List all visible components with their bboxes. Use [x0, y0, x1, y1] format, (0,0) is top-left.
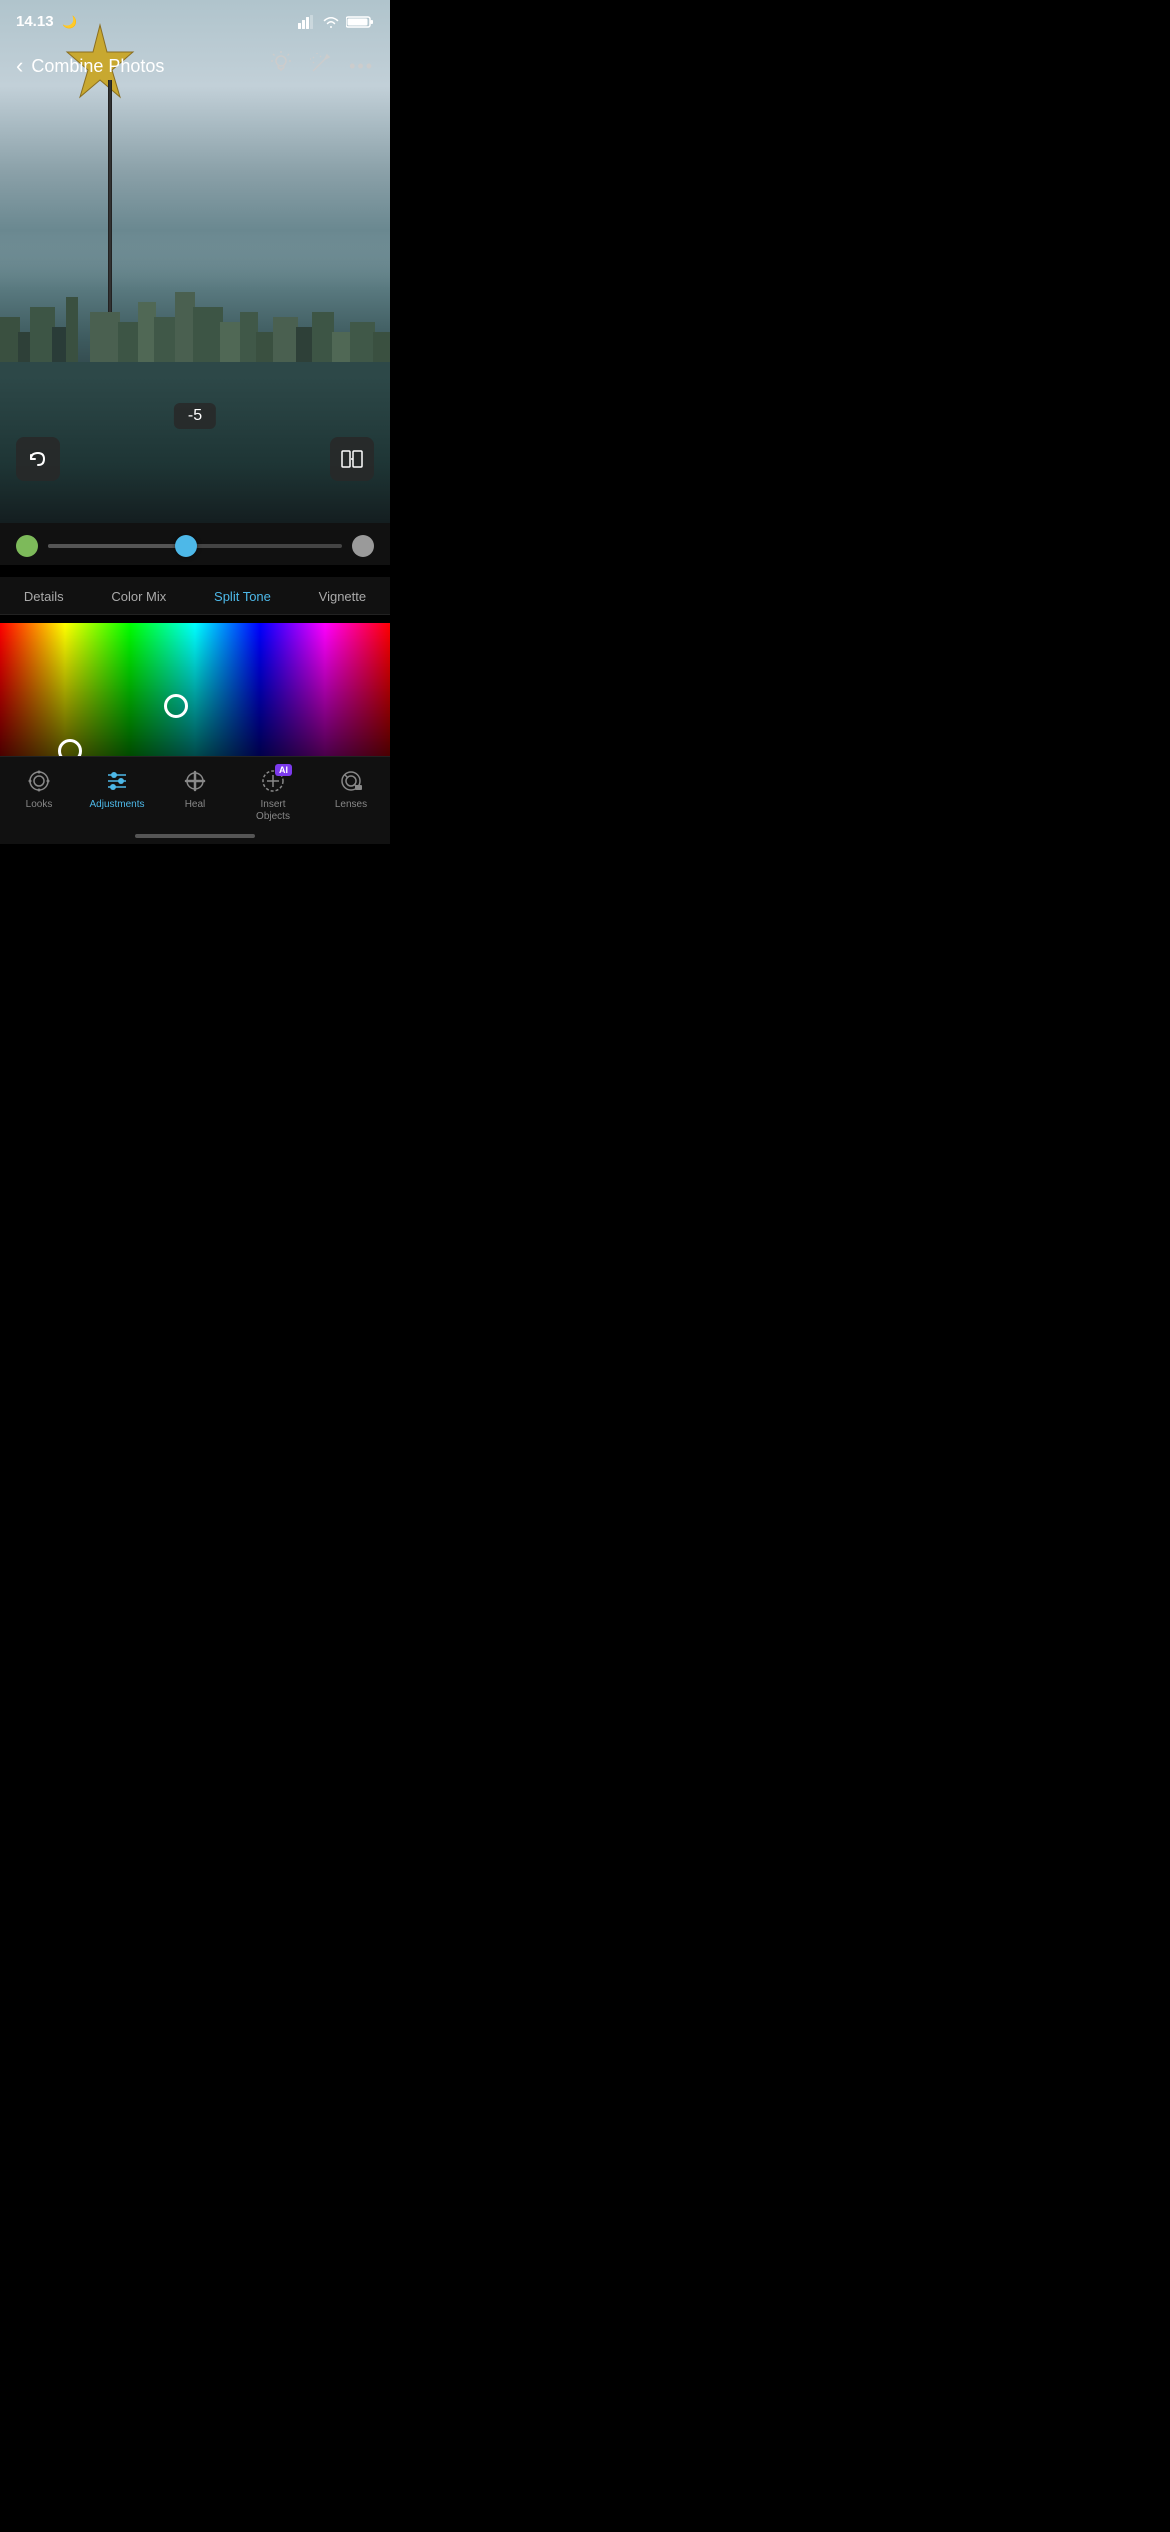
tab-bar: Details Color Mix Split Tone Vignette [0, 577, 390, 615]
adjustments-icon [104, 767, 130, 795]
back-button[interactable]: ‹ [16, 53, 23, 79]
moon-icon: 🌙 [62, 15, 77, 29]
tab-split-tone[interactable]: Split Tone [206, 585, 279, 608]
ai-badge: AI [275, 764, 292, 776]
adjustments-label: Adjustments [89, 799, 144, 810]
looks-label: Looks [26, 799, 53, 810]
heal-label: Heal [185, 799, 206, 810]
status-icons [298, 15, 374, 29]
header-left: ‹ Combine Photos [16, 53, 164, 79]
signal-icon [298, 15, 316, 29]
insert-icon: AI [260, 767, 286, 795]
tab-details[interactable]: Details [16, 585, 72, 608]
hue-slider-row [16, 535, 374, 557]
looks-icon [26, 767, 52, 795]
slider-right-indicator [352, 535, 374, 557]
color-thumb-highlights[interactable] [164, 694, 188, 718]
header-right: ••• [269, 51, 374, 81]
tab-color-mix[interactable]: Color Mix [103, 585, 174, 608]
wand-icon[interactable] [309, 51, 333, 81]
slider-thumb[interactable] [175, 535, 197, 557]
undo-button[interactable] [16, 437, 60, 481]
cityscape [0, 277, 390, 377]
nav-lenses[interactable]: Lenses [321, 767, 381, 810]
status-bar: 14.13 🌙 [0, 0, 390, 44]
nav-looks[interactable]: Looks [9, 767, 69, 810]
lenses-label: Lenses [335, 799, 367, 810]
header: ‹ Combine Photos [0, 44, 390, 88]
slider-left-indicator [16, 535, 38, 557]
more-icon[interactable]: ••• [349, 56, 374, 77]
slider-section [0, 523, 390, 565]
heal-icon [182, 767, 208, 795]
lenses-icon [338, 767, 364, 795]
nav-adjustments[interactable]: Adjustments [87, 767, 147, 810]
color-spectrum[interactable] [0, 623, 390, 773]
color-picker[interactable] [0, 623, 390, 773]
status-time-area: 14.13 🌙 [16, 13, 77, 31]
nav-insert-objects[interactable]: AI InsertObjects [243, 767, 303, 823]
page-title: Combine Photos [31, 56, 164, 77]
value-badge: -5 [174, 403, 216, 429]
tab-vignette[interactable]: Vignette [311, 585, 374, 608]
status-time: 14.13 [16, 13, 54, 30]
hue-slider-track[interactable] [48, 544, 342, 548]
lightbulb-icon[interactable] [269, 51, 293, 81]
insert-objects-label: InsertObjects [256, 799, 290, 823]
bottom-nav: Looks Adjustments Heal [0, 756, 390, 844]
compare-button[interactable] [330, 437, 374, 481]
battery-icon [346, 15, 374, 29]
home-indicator [135, 834, 255, 838]
wifi-icon [322, 15, 340, 29]
nav-heal[interactable]: Heal [165, 767, 225, 810]
